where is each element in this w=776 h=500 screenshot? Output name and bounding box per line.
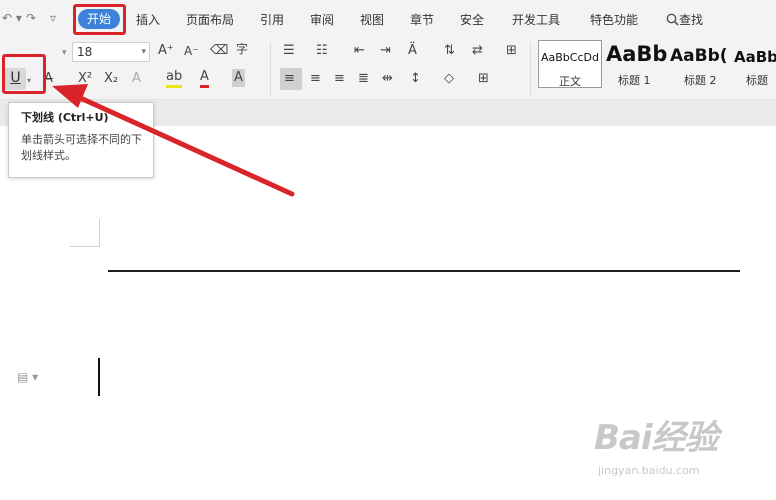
tab-section[interactable]: 章节 <box>410 11 434 28</box>
tooltip-title: 下划线 (Ctrl+U) <box>21 111 109 124</box>
subscript-icon[interactable]: X₂ <box>104 70 118 88</box>
phonetic-guide-icon[interactable]: 字 <box>236 40 248 58</box>
highlight-icon[interactable]: ab <box>166 69 183 88</box>
annotation-highlight-box <box>2 54 46 94</box>
style-name: 标题 <box>746 74 768 87</box>
numbered-list-icon[interactable]: ☷ <box>316 42 328 60</box>
text-cursor <box>98 358 100 396</box>
style-heading-3[interactable]: AaBb 标题 <box>734 40 776 88</box>
style-heading-1[interactable]: AaBb 标题 1 <box>606 40 672 88</box>
sort-icon[interactable]: ⇅ <box>444 42 455 60</box>
bullet-list-icon[interactable]: ☰ <box>283 42 295 60</box>
distributed-align-icon[interactable]: ⇹ <box>382 70 393 88</box>
tab-references[interactable]: 引用 <box>260 11 284 28</box>
menu-bar: ↶ ▾ ↷ ▿ 开始 插入 页面布局 引用 审阅 视图 章节 安全 开发工具 特… <box>0 0 776 38</box>
font-size-value: 18 <box>77 45 93 59</box>
style-name: 标题 2 <box>684 74 717 87</box>
align-center-icon[interactable]: ≡ <box>310 70 321 88</box>
shrink-font-icon[interactable]: A⁻ <box>184 42 199 60</box>
divider <box>530 42 531 96</box>
font-size-select[interactable]: 18 ▾ <box>72 42 150 62</box>
underline-tooltip: 下划线 (Ctrl+U) 单击箭头可选择不同的下划线样式。 <box>8 102 154 178</box>
tab-review[interactable]: 审阅 <box>310 11 334 28</box>
char-shading-icon[interactable]: A <box>232 69 245 87</box>
chinese-layout-icon[interactable]: Ä <box>408 42 417 60</box>
style-gallery: AaBbCcDd 正文 AaBb 标题 1 AaBb( 标题 2 AaBb 标题 <box>536 38 776 90</box>
decrease-indent-icon[interactable]: ⇤ <box>354 42 365 60</box>
watermark-brand: Bai经验 <box>594 418 719 458</box>
align-right-icon[interactable]: ≡ <box>334 70 345 88</box>
ribbon-home: 18 ▾ ▾ A⁺ A⁻ ⌫ 字 U ▾ A X² X₂ A ab A A ☰ ☷… <box>0 38 776 100</box>
quick-access-dropdown-icon[interactable]: ▿ <box>50 11 56 25</box>
wps-writer-window: ↶ ▾ ↷ ▿ 开始 插入 页面布局 引用 审阅 视图 章节 安全 开发工具 特… <box>0 0 776 500</box>
style-name: 标题 1 <box>618 74 651 87</box>
undo-icon[interactable]: ↶ ▾ <box>2 11 22 25</box>
tab-page-layout[interactable]: 页面布局 <box>186 11 234 28</box>
style-normal[interactable]: AaBbCcDd 正文 <box>538 40 602 88</box>
style-preview: AaBbCcDd <box>541 51 599 64</box>
style-preview: AaBb <box>734 48 776 66</box>
superscript-icon[interactable]: X² <box>78 70 92 88</box>
style-heading-2[interactable]: AaBb( 标题 2 <box>670 40 736 88</box>
baidu-watermark: Bai经验 jingyan.baidu.com <box>594 410 744 490</box>
font-color-icon[interactable]: A <box>200 69 209 88</box>
increase-indent-icon[interactable]: ⇥ <box>380 42 391 60</box>
style-preview: AaBb <box>606 42 668 66</box>
search-button[interactable]: 查找 <box>666 11 703 28</box>
align-left-icon[interactable]: ≡ <box>284 70 295 88</box>
margin-corner-mark <box>70 219 100 247</box>
style-name: 正文 <box>559 75 581 88</box>
chevron-down-icon: ▾ <box>141 47 146 57</box>
line-spacing-icon[interactable]: ⇄ <box>472 42 483 60</box>
font-name-dropdown-icon[interactable]: ▾ <box>62 44 67 62</box>
tooltip-description: 单击箭头可选择不同的下划线样式。 <box>21 133 142 162</box>
tab-developer[interactable]: 开发工具 <box>512 11 560 28</box>
watermark-url: jingyan.baidu.com <box>598 464 700 477</box>
style-preview: AaBb( <box>670 46 728 66</box>
search-label: 查找 <box>679 13 704 27</box>
clear-format-icon[interactable]: ⌫ <box>210 42 228 60</box>
paragraph-spacing-icon[interactable]: ↕ <box>410 70 421 88</box>
shading-icon[interactable]: ◇ <box>444 70 454 88</box>
redo-icon[interactable]: ↷ <box>26 11 36 25</box>
tab-insert[interactable]: 插入 <box>136 11 160 28</box>
tab-security[interactable]: 安全 <box>460 11 484 28</box>
underlined-line <box>108 270 740 272</box>
text-effect-icon[interactable]: A <box>132 70 141 88</box>
divider <box>270 42 271 96</box>
search-icon <box>666 13 679 26</box>
tab-special-features[interactable]: 特色功能 <box>590 11 638 28</box>
paragraph-icon[interactable]: ▤ ▾ <box>17 370 38 384</box>
tab-view[interactable]: 视图 <box>360 11 384 28</box>
annotation-highlight-box <box>73 4 126 35</box>
show-marks-icon[interactable]: ⊞ <box>506 42 517 60</box>
justify-icon[interactable]: ≣ <box>358 70 369 88</box>
grow-font-icon[interactable]: A⁺ <box>158 42 174 60</box>
border-icon[interactable]: ⊞ <box>478 70 489 88</box>
